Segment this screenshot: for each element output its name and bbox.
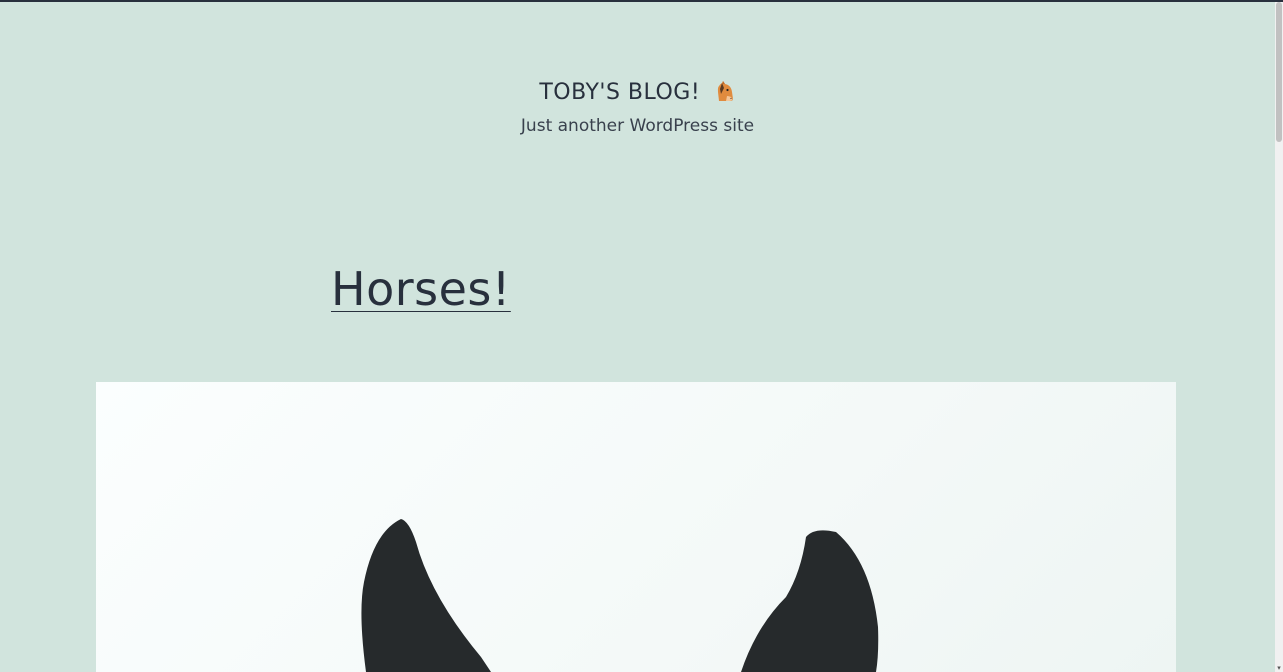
window-top-border [0,0,1283,2]
page-scrollbar[interactable]: ▾ [1275,2,1283,672]
scrollbar-thumb[interactable] [1276,2,1282,142]
post-title: Horses! [331,262,511,316]
horse-ears-illustration [361,519,879,672]
horse-face-icon [717,81,733,101]
site-tagline: Just another WordPress site [520,116,755,136]
site-title-link[interactable]: TOBY'S BLOG! [0,80,1275,105]
featured-image[interactable] [96,382,1176,672]
scroll-down-arrow-icon[interactable]: ▾ [1275,664,1283,672]
site-title-text: TOBY'S BLOG! [539,80,701,105]
post-title-link[interactable]: Horses! [331,262,511,316]
